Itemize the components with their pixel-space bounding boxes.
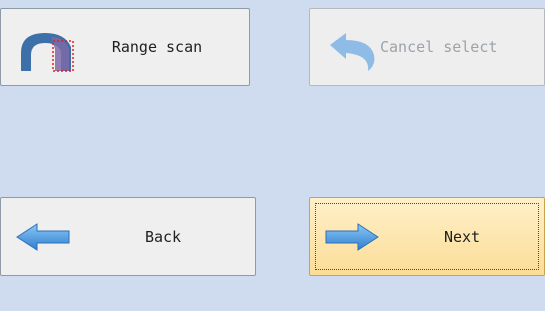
arrow-left-icon (16, 223, 70, 251)
next-label: Next (443, 227, 481, 246)
range-scan-label: Range scan (111, 38, 203, 56)
next-button[interactable]: Next (309, 197, 545, 276)
undo-arrow-icon (330, 33, 375, 71)
range-scan-icon (21, 33, 74, 72)
cancel-select-label: Cancel select (380, 38, 498, 56)
back-label: Back (144, 227, 182, 246)
cancel-select-button[interactable]: Cancel select (309, 8, 545, 86)
range-scan-button[interactable]: Range scan (0, 8, 250, 86)
back-button[interactable]: Back (0, 197, 256, 276)
arrow-right-icon (325, 223, 379, 251)
